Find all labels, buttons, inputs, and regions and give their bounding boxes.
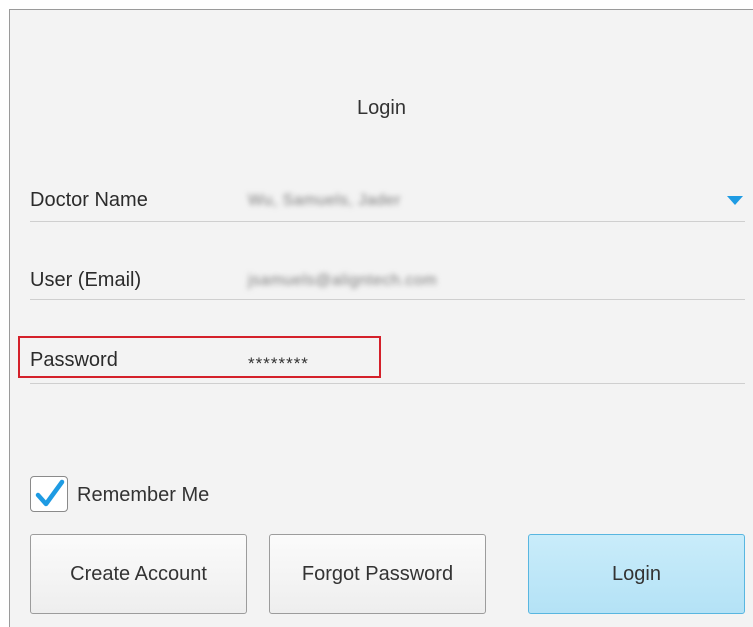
forgot-password-button[interactable]: Forgot Password [269, 534, 486, 614]
user-email-field[interactable]: jsamuels@aligntech.com [248, 272, 437, 290]
password-field[interactable]: ******** [248, 354, 309, 374]
login-button[interactable]: Login [528, 534, 745, 614]
doctor-name-label: Doctor Name [30, 189, 148, 211]
doctor-name-underline [30, 221, 745, 222]
user-email-underline [30, 299, 745, 300]
login-panel: Login Doctor Name Wu, Samuels, Jader Use… [9, 9, 753, 627]
remember-me-checkbox[interactable] [30, 476, 68, 512]
create-account-button[interactable]: Create Account [30, 534, 247, 614]
checkmark-icon [35, 479, 65, 507]
user-email-label: User (Email) [30, 269, 142, 291]
doctor-name-select[interactable]: Wu, Samuels, Jader [248, 192, 401, 210]
page-title: Login [357, 97, 406, 119]
chevron-down-icon[interactable] [727, 196, 743, 205]
password-label: Password [30, 349, 118, 371]
remember-me-label[interactable]: Remember Me [77, 484, 209, 507]
password-underline [30, 383, 745, 384]
